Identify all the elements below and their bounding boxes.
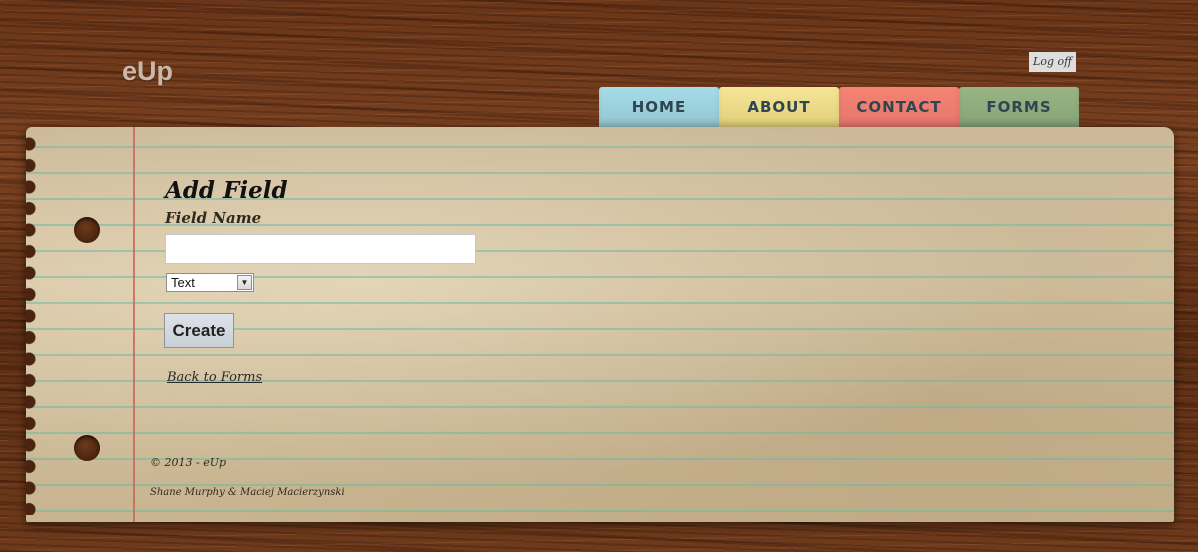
page-title: Add Field: [165, 177, 288, 204]
margin-line: [133, 127, 135, 522]
field-name-label: Field Name: [165, 209, 262, 227]
punch-hole: [74, 217, 100, 243]
copyright-text: © 2013 - eUp: [150, 456, 227, 469]
field-name-input[interactable]: [165, 234, 476, 264]
back-to-forms-link[interactable]: Back to Forms: [167, 370, 262, 385]
field-type-select[interactable]: Text ▼: [166, 273, 254, 292]
spiral-binding: [26, 135, 48, 515]
dropdown-arrow-icon[interactable]: ▼: [237, 275, 252, 290]
create-button[interactable]: Create: [164, 313, 234, 348]
tab-about[interactable]: ABOUT: [719, 87, 839, 127]
authors-text: Shane Murphy & Maciej Macierzynski: [150, 487, 345, 498]
tab-forms[interactable]: FORMS: [959, 87, 1079, 127]
field-type-value: Text: [171, 275, 195, 290]
punch-hole: [74, 435, 100, 461]
site-logo[interactable]: eUp: [122, 56, 173, 87]
main-nav: HOME ABOUT CONTACT FORMS: [599, 87, 1079, 127]
tab-contact[interactable]: CONTACT: [839, 87, 959, 127]
logoff-button[interactable]: Log off: [1029, 52, 1076, 72]
tab-home[interactable]: HOME: [599, 87, 719, 127]
